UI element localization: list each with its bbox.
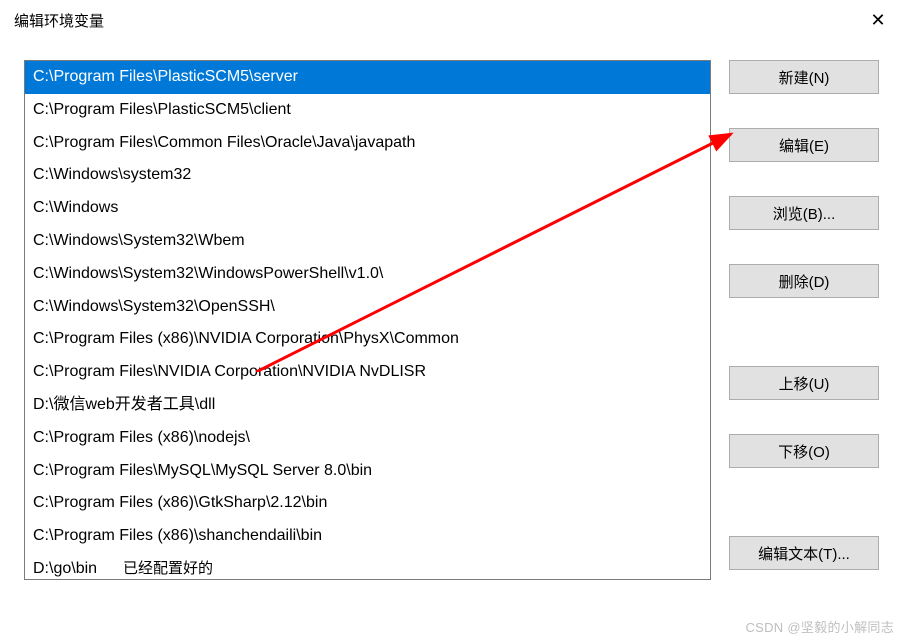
list-item[interactable]: C:\Windows\system32: [25, 159, 710, 192]
annotation-text: 已经配置好的: [123, 557, 213, 580]
path-listbox[interactable]: C:\Program Files\PlasticSCM5\server C:\P…: [24, 60, 711, 580]
list-item[interactable]: C:\Windows: [25, 192, 710, 225]
list-item[interactable]: C:\Program Files\PlasticSCM5\client: [25, 94, 710, 127]
list-item[interactable]: D:\微信web开发者工具\dll: [25, 389, 710, 422]
list-item[interactable]: D:\go\bin 已经配置好的: [25, 553, 710, 580]
movedown-button[interactable]: 下移(O): [729, 434, 879, 468]
list-item[interactable]: C:\Program Files (x86)\NVIDIA Corporatio…: [25, 323, 710, 356]
titlebar: 编辑环境变量 ✕: [0, 0, 904, 40]
close-icon[interactable]: ✕: [866, 10, 890, 31]
content-area: C:\Program Files\PlasticSCM5\server C:\P…: [0, 40, 904, 580]
window-title: 编辑环境变量: [14, 10, 104, 31]
list-item[interactable]: C:\Program Files\MySQL\MySQL Server 8.0\…: [25, 455, 710, 488]
delete-button[interactable]: 删除(D): [729, 264, 879, 298]
edittext-button[interactable]: 编辑文本(T)...: [729, 536, 879, 570]
list-item[interactable]: C:\Program Files (x86)\nodejs\: [25, 422, 710, 455]
moveup-button[interactable]: 上移(U): [729, 366, 879, 400]
watermark-text: CSDN @坚毅的小解同志: [745, 617, 894, 636]
list-item[interactable]: C:\Program Files (x86)\GtkSharp\2.12\bin: [25, 487, 710, 520]
list-item[interactable]: C:\Windows\System32\Wbem: [25, 225, 710, 258]
list-item-path: D:\go\bin: [33, 557, 97, 580]
button-column: 新建(N) 编辑(E) 浏览(B)... 删除(D) 上移(U) 下移(O) 编…: [729, 60, 879, 580]
list-item[interactable]: C:\Program Files\NVIDIA Corporation\NVID…: [25, 356, 710, 389]
list-item[interactable]: C:\Program Files\PlasticSCM5\server: [25, 61, 710, 94]
list-item[interactable]: C:\Program Files\Common Files\Oracle\Jav…: [25, 127, 710, 160]
new-button[interactable]: 新建(N): [729, 60, 879, 94]
browse-button[interactable]: 浏览(B)...: [729, 196, 879, 230]
list-item[interactable]: C:\Windows\System32\WindowsPowerShell\v1…: [25, 258, 710, 291]
list-item[interactable]: C:\Windows\System32\OpenSSH\: [25, 291, 710, 324]
edit-button[interactable]: 编辑(E): [729, 128, 879, 162]
list-item[interactable]: C:\Program Files (x86)\shanchendaili\bin: [25, 520, 710, 553]
